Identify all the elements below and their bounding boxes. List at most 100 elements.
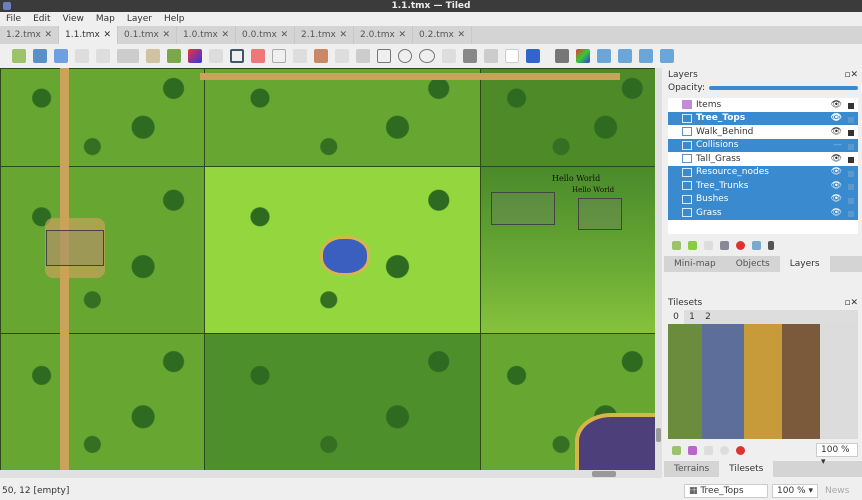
raise-layer-icon[interactable]: [688, 240, 697, 250]
lock-icon[interactable]: [848, 103, 854, 109]
select-same-icon[interactable]: [272, 49, 286, 63]
tileset-tab-2[interactable]: 2: [700, 310, 716, 324]
insert-rectangle-icon[interactable]: [377, 49, 391, 63]
layer-combo[interactable]: ▦ Tree_Tops: [684, 484, 768, 498]
object-rectangle[interactable]: [46, 230, 104, 266]
tab-terrains[interactable]: Terrains: [664, 461, 719, 477]
rotate-right-icon[interactable]: [660, 49, 674, 63]
open-folder-icon[interactable]: [33, 49, 47, 63]
tileset-zoom-combo[interactable]: 100 % ▾: [816, 443, 858, 467]
lock-icon[interactable]: [848, 143, 854, 150]
close-icon[interactable]: ✕: [398, 30, 406, 40]
insert-text-icon[interactable]: [484, 49, 498, 63]
select-objects-icon[interactable]: [293, 49, 307, 63]
layer-row-walk-behind[interactable]: Walk_Behind 👁: [668, 125, 858, 139]
layer-row-bushes[interactable]: Bushes 👁: [668, 192, 858, 206]
map-horizontal-scrollbar[interactable]: [0, 470, 662, 478]
news-button[interactable]: News: [825, 486, 849, 496]
layer-row-tree-trunks[interactable]: Tree_Trunks 👁: [668, 179, 858, 193]
menu-help[interactable]: Help: [164, 12, 185, 26]
lock-icon[interactable]: [848, 170, 854, 177]
eye-icon[interactable]: 👁: [831, 167, 842, 177]
menu-view[interactable]: View: [63, 12, 84, 26]
layer-row-collisions[interactable]: Collisions —: [668, 138, 858, 152]
insert-image-icon[interactable]: [463, 49, 477, 63]
eye-hidden-icon[interactable]: —: [833, 140, 842, 150]
random-icon[interactable]: [555, 49, 569, 63]
close-icon[interactable]: ✕: [339, 30, 347, 40]
new-layer-icon[interactable]: [672, 240, 681, 250]
eye-icon[interactable]: 👁: [831, 100, 842, 110]
map-canvas[interactable]: Hello World Hello World: [0, 68, 655, 470]
menu-file[interactable]: File: [6, 12, 21, 26]
remove-layer-icon[interactable]: [736, 240, 745, 250]
move-icon[interactable]: [526, 49, 540, 63]
eye-icon[interactable]: 👁: [831, 127, 842, 137]
insert-polyline-icon[interactable]: [356, 49, 370, 63]
panel-close-icon[interactable]: ▫✕: [844, 296, 858, 310]
eye-icon[interactable]: 👁: [831, 154, 842, 164]
layer-row-resource-nodes[interactable]: Resource_nodes 👁: [668, 165, 858, 179]
tileset-properties-icon[interactable]: [720, 445, 729, 455]
embed-tileset-icon[interactable]: [688, 445, 697, 455]
object-rectangle[interactable]: [491, 192, 555, 225]
tab-0-2[interactable]: 0.2.tmx ✕: [413, 26, 472, 44]
lower-layer-icon[interactable]: [704, 240, 713, 250]
text-tool-icon[interactable]: [505, 49, 519, 63]
show-hide-others-icon[interactable]: [752, 240, 761, 250]
bucket-fill-icon[interactable]: [188, 49, 202, 63]
new-tileset-icon[interactable]: [672, 445, 681, 455]
lock-layer-icon[interactable]: [768, 240, 774, 250]
layer-row-tree-tops[interactable]: Tree_Tops 👁: [668, 111, 858, 125]
eye-icon[interactable]: 👁: [831, 181, 842, 191]
insert-polygon-icon[interactable]: [442, 49, 456, 63]
insert-point-icon[interactable]: [398, 49, 412, 63]
terrain-brush-icon[interactable]: [167, 49, 181, 63]
tab-objects[interactable]: Objects: [726, 256, 780, 272]
layer-row-items[interactable]: Items 👁: [668, 98, 858, 112]
tab-2-1[interactable]: 2.1.tmx ✕: [295, 26, 354, 44]
tileset-tab-0[interactable]: 0: [668, 310, 684, 324]
lock-icon[interactable]: [848, 157, 854, 163]
eraser-icon[interactable]: [209, 49, 223, 63]
menu-map[interactable]: Map: [96, 12, 115, 26]
close-icon[interactable]: ✕: [162, 30, 170, 40]
close-icon[interactable]: ✕: [280, 30, 288, 40]
eye-icon[interactable]: 👁: [831, 113, 842, 123]
tab-tilesets[interactable]: Tilesets: [719, 461, 774, 477]
object-rectangle[interactable]: [578, 198, 622, 230]
close-icon[interactable]: ✕: [103, 30, 111, 40]
magic-wand-icon[interactable]: [251, 49, 265, 63]
layer-row-tall-grass[interactable]: Tall_Grass 👁: [668, 152, 858, 166]
map-text-object[interactable]: Hello World: [552, 174, 600, 183]
tab-1-1[interactable]: 1.1.tmx ✕: [59, 26, 118, 44]
random-mode-icon[interactable]: [117, 49, 139, 63]
save-icon[interactable]: [54, 49, 68, 63]
wang-icon[interactable]: [576, 49, 590, 63]
tileset-tab-1[interactable]: 1: [684, 310, 700, 324]
flip-vertical-icon[interactable]: [618, 49, 632, 63]
close-icon[interactable]: ✕: [221, 30, 229, 40]
opacity-slider[interactable]: [709, 86, 858, 90]
close-icon[interactable]: ✕: [44, 30, 52, 40]
undo-icon[interactable]: [75, 49, 89, 63]
flip-horizontal-icon[interactable]: [597, 49, 611, 63]
remove-tileset-icon[interactable]: [736, 445, 745, 455]
tab-layers[interactable]: Layers: [779, 256, 830, 272]
eye-icon[interactable]: 👁: [831, 194, 842, 204]
new-file-icon[interactable]: [12, 49, 26, 63]
edit-polygons-icon[interactable]: [314, 49, 328, 63]
tab-1-0[interactable]: 1.0.tmx ✕: [177, 26, 236, 44]
stamp-brush-icon[interactable]: [146, 49, 160, 63]
close-icon[interactable]: ✕: [457, 30, 465, 40]
eye-icon[interactable]: 👁: [831, 208, 842, 218]
layer-row-grass[interactable]: Grass 👁: [668, 206, 858, 220]
menu-edit[interactable]: Edit: [33, 12, 50, 26]
insert-ellipse-icon[interactable]: [419, 49, 435, 63]
panel-close-icon[interactable]: ▫✕: [844, 68, 858, 82]
lock-icon[interactable]: [848, 184, 854, 190]
edit-tileset-icon[interactable]: [704, 445, 713, 455]
lock-icon[interactable]: [848, 130, 854, 136]
tab-1-2[interactable]: 1.2.tmx ✕: [0, 26, 59, 44]
redo-icon[interactable]: [96, 49, 110, 63]
